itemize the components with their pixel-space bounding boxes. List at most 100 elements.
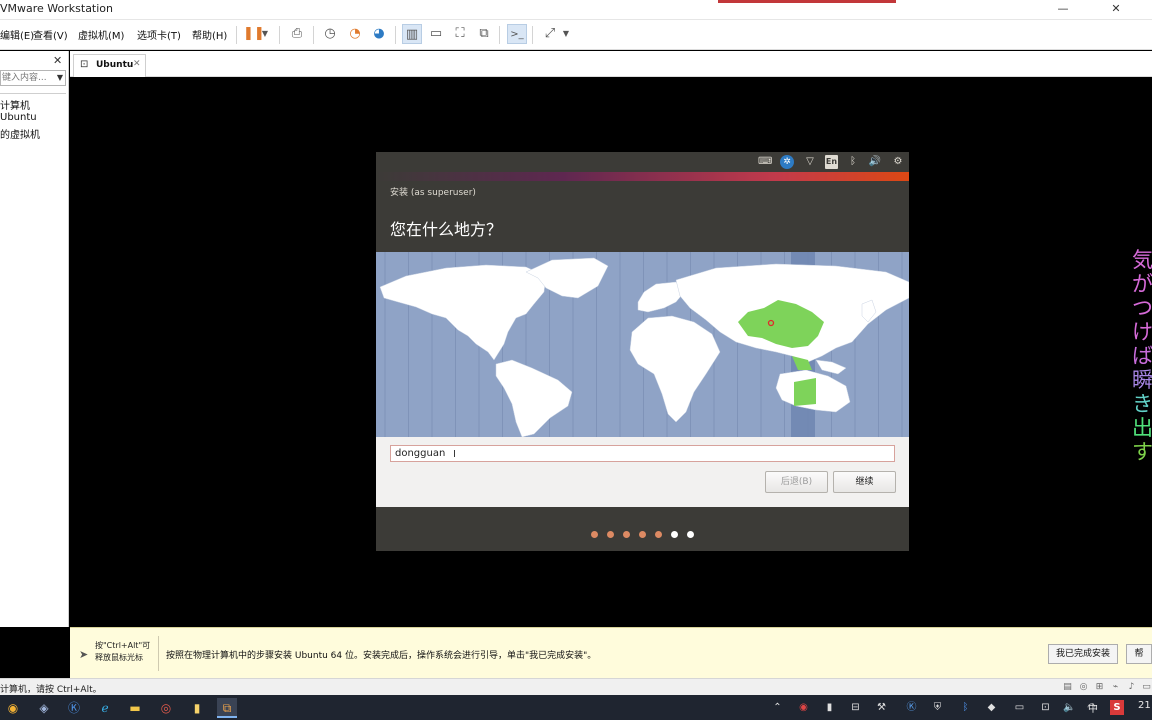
subtitle-char: す	[1132, 440, 1152, 464]
unity-icon[interactable]: ⧉	[474, 24, 494, 44]
ubuntu-top-panel: ⌨ ✲ ▽ En ᛒ 🔊 ⚙	[376, 152, 909, 172]
tray-kugou-icon[interactable]: Ⓚ	[904, 700, 919, 715]
library-view-icon[interactable]: ▥	[402, 24, 422, 44]
fullscreen-icon[interactable]: ⛶	[450, 24, 470, 44]
step-dot	[639, 531, 646, 538]
screen: VMware Workstation — ✕ 编辑(E) 查看(V) 虚拟机(M…	[0, 0, 1152, 720]
installer-title: 安装 (as superuser)	[390, 188, 476, 198]
tray-bluetooth-icon[interactable]: ᛒ	[958, 700, 973, 715]
timezone-map[interactable]	[376, 252, 909, 437]
south-america	[495, 359, 573, 437]
cursor-icon: ➤	[79, 648, 89, 661]
clock[interactable]: 21	[1138, 700, 1151, 711]
continents	[379, 257, 909, 437]
search-placeholder: 键入内容...	[2, 73, 47, 83]
bluetooth-icon[interactable]: ᛒ	[846, 155, 860, 169]
kugou-icon[interactable]: Ⓚ	[64, 698, 84, 718]
minimize-button[interactable]: —	[1040, 0, 1086, 20]
city-input[interactable]: dongguan	[390, 445, 895, 462]
library-close-icon[interactable]: ✕	[53, 54, 62, 67]
chevron-down-icon[interactable]: ▼	[57, 71, 63, 85]
toolbar-separator	[499, 26, 500, 44]
back-button[interactable]: 后退(B)	[765, 471, 828, 493]
help-button[interactable]: 帮	[1126, 644, 1152, 664]
sogou-ime-icon[interactable]: S	[1110, 700, 1124, 715]
network-adapter-icon[interactable]: ⊞	[1094, 682, 1105, 693]
menu-view[interactable]: 查看(V)	[33, 27, 68, 42]
chrome-icon[interactable]: ◉	[3, 698, 23, 718]
edge-icon[interactable]: ℯ	[95, 698, 115, 718]
title-bar: VMware Workstation — ✕	[0, 0, 1152, 20]
close-button[interactable]: ✕	[1093, 0, 1139, 20]
tray-usb-icon[interactable]: ▮	[822, 700, 837, 715]
ime-indicator[interactable]: 中	[1088, 700, 1098, 715]
snapshot-manager-icon[interactable]: ◕	[369, 24, 389, 44]
library-item-ubuntu[interactable]: Ubuntu	[0, 112, 37, 123]
page-title: 您在什么地方？	[390, 220, 503, 239]
tray-tool-icon[interactable]: ⚒	[874, 700, 889, 715]
snapshot-icon[interactable]: ◷	[320, 24, 340, 44]
step-dot	[655, 531, 662, 538]
notes-icon[interactable]: ▮	[187, 698, 207, 718]
chrome-icon[interactable]: ◎	[156, 698, 176, 718]
menu-help[interactable]: 帮助(H)	[192, 27, 227, 42]
sound-card-icon[interactable]: ♪	[1126, 682, 1137, 693]
tray-antivirus-icon[interactable]: ◆	[984, 700, 999, 715]
wifi-icon[interactable]: ▽	[803, 155, 817, 169]
world-map	[379, 252, 909, 437]
installer-footer	[376, 507, 909, 551]
input-method-icon[interactable]: En	[825, 155, 838, 169]
ubuntu-installer-window: ⌨ ✲ ▽ En ᛒ 🔊 ⚙ 安装 (as superuser) 您在什么地方？	[376, 152, 909, 551]
step-dot	[623, 531, 630, 538]
continue-button[interactable]: 继续	[833, 471, 896, 493]
volume-icon[interactable]: 🔊	[868, 155, 882, 169]
menu-vm[interactable]: 虚拟机(M)	[78, 27, 124, 42]
dropdown-arrow-icon[interactable]: ▼	[560, 24, 572, 44]
tray-network-icon[interactable]: ⊡	[1038, 700, 1053, 715]
toolbar-separator	[279, 26, 280, 44]
tab-close-icon[interactable]: ✕	[133, 59, 141, 69]
tray-security-icon[interactable]: ⛨	[930, 700, 945, 715]
file-explorer-icon[interactable]: ▬	[125, 698, 145, 718]
send-keys-icon[interactable]: ⎙	[287, 24, 307, 44]
display-icon[interactable]: ▭	[1141, 682, 1152, 693]
menu-edit[interactable]: 编辑(E)	[0, 27, 34, 42]
gear-icon[interactable]: ⚙	[891, 155, 905, 169]
status-bar: 计算机，请按 Ctrl+Alt。 ▤ ◎ ⊞ ⌁ ♪ ▭	[0, 678, 1152, 695]
tray-device-icon[interactable]: ⊟	[848, 700, 863, 715]
toolbar-separator	[313, 26, 314, 44]
app-icon[interactable]: ◈	[34, 698, 54, 718]
tray-expand-icon[interactable]: ⌃	[770, 700, 785, 715]
library-item-vms[interactable]: 的虚拟机	[0, 126, 40, 141]
cd-drive-icon[interactable]: ◎	[1078, 682, 1089, 693]
hard-disk-icon[interactable]: ▤	[1062, 682, 1073, 693]
release-cursor-hint: 按"Ctrl+Alt"可释放鼠标光标	[95, 641, 151, 662]
step-dot	[687, 531, 694, 538]
subtitle-char: 気	[1132, 248, 1152, 272]
tray-volume-icon[interactable]: 🔈	[1062, 700, 1077, 715]
toolbar-separator	[395, 26, 396, 44]
console-icon[interactable]: >_	[507, 24, 527, 44]
keyboard-icon[interactable]: ⌨	[758, 155, 772, 169]
tab-ubuntu[interactable]: ⊡ Ubuntu ✕	[73, 54, 146, 77]
australia-timezone	[794, 378, 816, 406]
install-hint-message: 按照在物理计算机中的步骤安装 Ubuntu 64 位。安装完成后，操作系统会进行…	[166, 651, 597, 661]
menu-tabs[interactable]: 选项卡(T)	[137, 27, 181, 42]
dropdown-arrow-icon[interactable]: ▼	[259, 24, 271, 44]
library-item-computer[interactable]: 计算机	[0, 97, 30, 112]
stretch-icon[interactable]: ⤢	[540, 24, 560, 44]
revert-snapshot-icon[interactable]: ◔	[345, 24, 365, 44]
library-search-input[interactable]: 键入内容... ▼	[0, 70, 66, 86]
tray-battery-icon[interactable]: ▭	[1012, 700, 1027, 715]
title-gradient	[376, 172, 909, 181]
toolbar-separator	[532, 26, 533, 44]
accessibility-icon[interactable]: ✲	[780, 155, 794, 169]
thumbnail-view-icon[interactable]: ▭	[426, 24, 446, 44]
vmware-icon[interactable]: ⧉	[217, 698, 237, 718]
library-tree: 计算机 Ubuntu 的虚拟机	[0, 93, 66, 623]
finished-install-button[interactable]: 我已完成安装	[1048, 644, 1118, 664]
tray-app-icon[interactable]: ◉	[796, 700, 811, 715]
subtitle-char: き	[1132, 392, 1152, 416]
usb-icon[interactable]: ⌁	[1110, 682, 1121, 693]
subtitle-char: つ	[1132, 296, 1152, 320]
